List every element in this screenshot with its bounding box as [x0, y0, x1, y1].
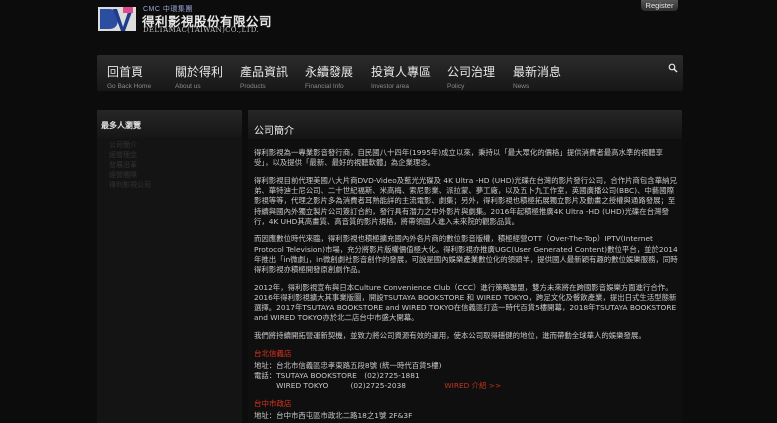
sidebar-link[interactable]: 發展沿革: [109, 160, 151, 170]
nav-item-sublabel: Investor area: [371, 83, 409, 90]
article-body: 得利影視為一專業影音發行商，自民國八十四年(1995年)成立以來，秉持以「最大眾…: [254, 148, 678, 421]
branch-address: 地址：台北市信義區忠孝東路五段8號 (統一時代百貨5樓): [254, 360, 442, 370]
sidebar-link[interactable]: 得利影視公司: [109, 180, 151, 190]
nav-item-label: 公司治理: [447, 65, 496, 79]
nav-item-label: 關於得利: [175, 65, 224, 79]
nav-item-sublabel: About us: [175, 83, 201, 90]
branch-phone-text: WIRED TOKYO (02)2725-2038: [254, 381, 406, 391]
sidebar-link[interactable]: 經營團隊: [109, 170, 151, 180]
paragraph: 2012年，得利影視宣布與日本Culture Convenience Club（…: [254, 282, 677, 323]
site-header: CMC 中環集團 得利影視股份有限公司 DELTAMAC(TAIWAN)CO.,…: [0, 0, 777, 50]
sidebar-title: 最多人瀏覽: [101, 121, 141, 130]
nav-item-label: 回首頁: [107, 65, 144, 79]
branch-phone: WIRED TOKYO (02)2725-2038 WIRED 介紹 >>: [254, 381, 678, 391]
company-name-en: DELTAMAC(TAIWAN)CO.,LTD.: [143, 26, 259, 34]
branch-name-taichung: 台中市政店: [254, 398, 292, 408]
nav-item-home[interactable]: 回首頁 Go Back Home: [97, 55, 161, 91]
nav-item-label: 永續發展: [305, 65, 354, 79]
nav-item-investor[interactable]: 投資人專區 Investor area: [361, 55, 441, 91]
nav-item-news[interactable]: 最新消息 News: [503, 55, 571, 91]
nav-item-label: 最新消息: [513, 65, 562, 79]
page-title: 公司簡介: [254, 126, 294, 137]
nav-item-governance[interactable]: 公司治理 Policy: [437, 55, 505, 91]
main-header: 公司簡介: [248, 110, 682, 139]
sidebar-links: 公司簡介 經營理念 發展沿革 經營團隊 得利影視公司: [109, 140, 151, 190]
nav-item-sublabel: Financial Info: [305, 83, 344, 90]
main-content: 公司簡介 得利影視為一專業影音發行商，自民國八十四年(1995年)成立以來，秉持…: [248, 110, 682, 423]
main-nav: 回首頁 Go Back Home 關於得利 About us 產品資訊 Prod…: [97, 55, 683, 91]
sidebar-header: 最多人瀏覽: [97, 110, 242, 138]
paragraph: 我們將持續開拓營運新契機，並致力將公司資源有效的運用，使本公司取得穩健的地位，進…: [254, 331, 646, 341]
paragraph: 而因應數位時代來臨，得利影視也積極擴充國內外各片商的數位影音版權，積極經營OTT…: [254, 234, 678, 275]
paragraph: 得利影視為一專業影音發行商，自民國八十四年(1995年)成立以來，秉持以「最大眾…: [254, 148, 663, 168]
nav-item-label: 投資人專區: [371, 65, 432, 79]
branch-address: 地址：台中市西屯區市政北二路18之1號 2F&3F: [254, 410, 413, 420]
nav-item-sublabel: News: [513, 83, 530, 90]
paragraph: 得利影視目前代理美國八大片商DVD-Video及藍光光碟及 4K Ultra -…: [254, 175, 677, 226]
company-logo[interactable]: CMC 中環集團 得利影視股份有限公司 DELTAMAC(TAIWAN)CO.,…: [97, 4, 272, 34]
nav-item-sustainability[interactable]: 永續發展 Financial Info: [295, 55, 363, 91]
nav-item-sublabel: Products: [240, 83, 266, 90]
sidebar-link[interactable]: 經營理念: [109, 150, 151, 160]
branch-phone: 電話：TSUTAYA BOOKSTORE (02)2725-1881: [254, 371, 420, 381]
sidebar-link[interactable]: 公司簡介: [109, 140, 151, 150]
sidebar: 最多人瀏覽 公司簡介 經營理念 發展沿革 經營團隊 得利影視公司: [97, 110, 242, 423]
search-icon[interactable]: [668, 63, 678, 73]
register-button[interactable]: Register: [641, 0, 678, 11]
deltamac-logo-icon: [98, 7, 136, 31]
wired-intro-link[interactable]: WIRED 介紹 >>: [444, 381, 501, 390]
nav-item-about[interactable]: 關於得利 About us: [165, 55, 233, 91]
nav-item-sublabel: Go Back Home: [107, 83, 152, 90]
branch-name-taipei: 台北信義店: [254, 348, 292, 358]
nav-item-sublabel: Policy: [447, 83, 465, 90]
nav-item-label: 產品資訊: [240, 65, 289, 79]
nav-item-products[interactable]: 產品資訊 Products: [230, 55, 298, 91]
